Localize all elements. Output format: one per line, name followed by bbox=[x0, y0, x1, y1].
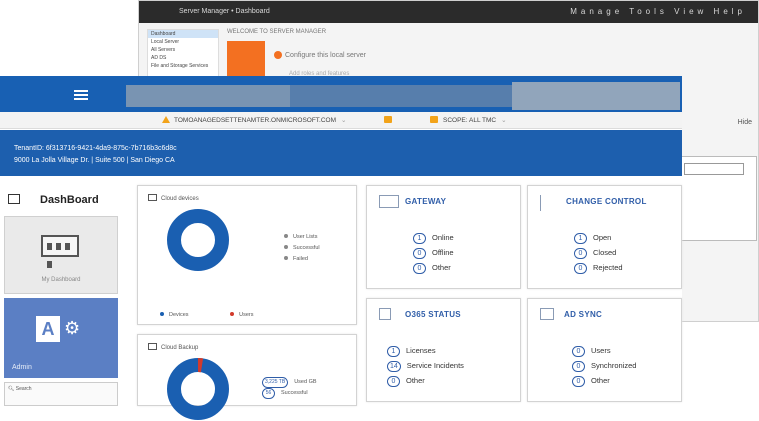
redacted-region bbox=[290, 85, 512, 107]
o365-row: 0 Other bbox=[387, 373, 464, 388]
portal-window: TOMOANAGEDSETTENAMTER.ONMICROSOFT.COM ⌄ S… bbox=[0, 76, 682, 420]
o365-row: 1 Licenses bbox=[387, 343, 464, 358]
change-control-title: CHANGE CONTROL bbox=[566, 197, 647, 206]
hamburger-icon[interactable] bbox=[74, 90, 88, 100]
backup-icon bbox=[148, 343, 157, 350]
gateway-row: 0 Offline bbox=[413, 245, 454, 260]
change-control-row: 0 Rejected bbox=[574, 260, 623, 275]
o365-title: O365 STATUS bbox=[405, 310, 461, 319]
change-control-card[interactable]: CHANGE CONTROL 1 Open 0 Closed 0 Rejected bbox=[527, 185, 682, 289]
o365-status-card[interactable]: O365 STATUS 1 Licenses 14 Service Incident… bbox=[366, 298, 521, 402]
bg-sidebar: Dashboard Local Server All Servers AD DS… bbox=[147, 29, 219, 77]
ad-sync-row: 0 Users bbox=[572, 343, 636, 358]
bg-titlebar: Server Manager • Dashboard Manage Tools … bbox=[139, 1, 758, 23]
bg-sidebar-item[interactable]: Local Server bbox=[148, 38, 218, 46]
ad-sync-title: AD SYNC bbox=[564, 310, 603, 319]
ad-sync-card[interactable]: AD SYNC 0 Users 0 Synchronized 0 Other bbox=[527, 298, 682, 402]
legend-item: User Lists bbox=[284, 232, 320, 243]
gateway-row: 0 Other bbox=[413, 260, 454, 275]
flag-icon bbox=[540, 195, 546, 211]
cloud-backup-title: Cloud Backup bbox=[148, 343, 198, 351]
nav-search-box[interactable]: 🔍︎ Search bbox=[4, 382, 118, 406]
cloud-backup-legend: 3,225 TB Used GB 56 Successful bbox=[262, 377, 317, 399]
legend-dot-blue bbox=[160, 312, 164, 316]
ad-sync-rows: 0 Users 0 Synchronized 0 Other bbox=[572, 343, 636, 388]
office-icon bbox=[379, 308, 391, 320]
tenant-selector[interactable]: TOMOANAGEDSETTENAMTER.ONMICROSOFT.COM ⌄ bbox=[162, 116, 346, 124]
bg-popup-panel bbox=[679, 156, 757, 241]
legend-item: 3,225 TB Used GB bbox=[262, 377, 317, 388]
sync-icon bbox=[540, 308, 554, 320]
tenant-scope-bar: TOMOANAGEDSETTENAMTER.ONMICROSOFT.COM ⌄ S… bbox=[0, 112, 682, 129]
legend-item: Failed bbox=[284, 254, 320, 265]
legend-item: 56 Successful bbox=[262, 388, 317, 399]
warning-icon bbox=[162, 116, 170, 123]
o365-row: 14 Service Incidents bbox=[387, 358, 464, 373]
admin-app-icon: A bbox=[36, 316, 60, 342]
cloud-devices-title: Cloud devices bbox=[148, 194, 199, 202]
scope-selector[interactable]: SCOPE: ALL TMC ⌄ bbox=[430, 116, 507, 124]
my-dashboard-label: My Dashboard bbox=[41, 277, 81, 283]
left-navigation: DashBoard My Dashboard A ⚙ Admin 🔍︎ Sear… bbox=[0, 184, 122, 406]
dashboard-tile-icon bbox=[41, 235, 79, 268]
chevron-down-icon: ⌄ bbox=[501, 117, 507, 124]
search-icon: 🔍︎ bbox=[8, 386, 15, 392]
bg-welcome-header: WELCOME TO SERVER MANAGER bbox=[227, 29, 327, 35]
bg-window-title: Server Manager • Dashboard bbox=[179, 8, 270, 15]
ad-sync-row: 0 Synchronized bbox=[572, 358, 636, 373]
bg-window-controls[interactable]: Manage Tools View Help bbox=[570, 7, 746, 16]
legend-item: Successful bbox=[284, 243, 320, 254]
gateway-row: 1 Online bbox=[413, 230, 454, 245]
bg-sidebar-item[interactable]: File and Storage Services bbox=[148, 62, 218, 70]
ad-sync-row: 0 Other bbox=[572, 373, 636, 388]
refresh-icon[interactable] bbox=[384, 116, 397, 124]
cloud-backup-card[interactable]: Cloud Backup 3,225 TB Used GB 56 Successfu… bbox=[137, 334, 357, 420]
legend-dot-red bbox=[230, 312, 235, 316]
bg-sidebar-item[interactable]: All Servers bbox=[148, 46, 218, 54]
cloud-backup-donut bbox=[167, 358, 229, 420]
bg-popup-field[interactable] bbox=[684, 163, 744, 175]
top-navigation-bar bbox=[0, 76, 682, 112]
devices-icon bbox=[148, 194, 157, 201]
calendar-icon bbox=[430, 116, 438, 123]
gateway-icon bbox=[379, 195, 399, 208]
my-dashboard-tile[interactable]: My Dashboard bbox=[4, 216, 118, 294]
admin-tile[interactable]: A ⚙ Admin bbox=[4, 298, 118, 378]
bg-quick-start-tile bbox=[227, 41, 265, 77]
gateway-rows: 1 Online 0 Offline 0 Other bbox=[413, 230, 454, 275]
bg-sidebar-item[interactable]: AD DS bbox=[148, 54, 218, 62]
gateway-card[interactable]: GATEWAY 1 Online 0 Offline 0 Other bbox=[366, 185, 521, 289]
dashboard-heading: DashBoard bbox=[4, 192, 120, 214]
dashboard-icon bbox=[8, 194, 20, 204]
gear-icon: ⚙ bbox=[64, 318, 81, 338]
bg-quick-start-link[interactable]: Configure this local server bbox=[274, 51, 366, 59]
change-control-row: 0 Closed bbox=[574, 245, 623, 260]
tenant-info-banner: TenantID: 6f313716-9421-4da9-875c-7b716b… bbox=[0, 130, 682, 176]
bg-hide-control[interactable]: Hide bbox=[738, 119, 752, 126]
step-icon bbox=[274, 51, 282, 59]
redacted-user-region bbox=[512, 82, 680, 110]
cloud-devices-footer: Devices Users bbox=[160, 310, 253, 321]
redacted-region bbox=[126, 85, 290, 107]
bg-sidebar-item[interactable]: Dashboard bbox=[148, 30, 218, 38]
tenant-id: TenantID: 6f313716-9421-4da9-875c-7b716b… bbox=[14, 145, 177, 152]
change-control-row: 1 Open bbox=[574, 230, 623, 245]
tenant-address: 9000 La Jolla Village Dr. | Suite 500 | … bbox=[14, 157, 175, 164]
admin-label: Admin bbox=[12, 364, 32, 371]
cloud-devices-card[interactable]: Cloud devices User Lists Successful Fail… bbox=[137, 185, 357, 325]
chevron-down-icon: ⌄ bbox=[341, 117, 347, 124]
cloud-devices-legend: User Lists Successful Failed bbox=[284, 232, 320, 265]
change-control-rows: 1 Open 0 Closed 0 Rejected bbox=[574, 230, 623, 275]
gateway-title: GATEWAY bbox=[405, 197, 447, 206]
o365-rows: 1 Licenses 14 Service Incidents 0 Other bbox=[387, 343, 464, 388]
cloud-devices-donut bbox=[167, 209, 229, 271]
